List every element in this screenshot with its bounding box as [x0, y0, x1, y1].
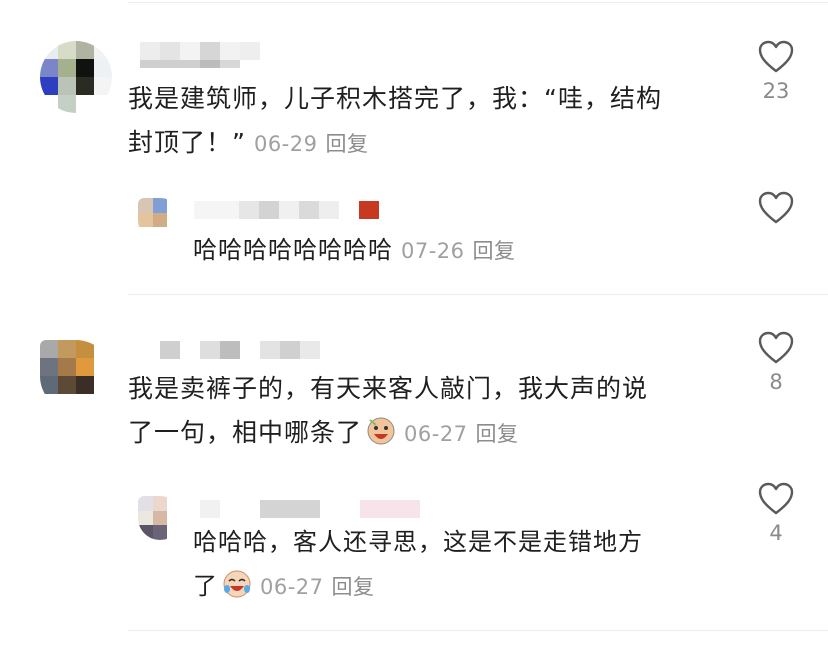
avatar[interactable] [138, 198, 182, 242]
comment-meta: 07-26 回复 [401, 239, 516, 263]
comment-text: 我是建筑师，儿子积木搭完了，我：“哇，结构 封顶了！” 06-29 回复 [128, 84, 662, 157]
divider [128, 630, 828, 631]
comment-date: 06-27 [404, 422, 468, 446]
comment-date: 06-27 [260, 575, 324, 599]
like-button[interactable]: 23 [746, 40, 806, 103]
divider [128, 2, 828, 3]
crying-emoji-icon [367, 417, 395, 445]
avatar[interactable] [40, 340, 112, 412]
reply-button[interactable]: 回复 [332, 575, 375, 599]
laughing-tears-emoji-icon [223, 570, 251, 598]
like-count: 8 [769, 370, 783, 394]
heart-icon[interactable] [758, 331, 794, 364]
username[interactable] [200, 500, 420, 518]
heart-icon[interactable] [758, 191, 794, 224]
comment-meta: 06-29 回复 [254, 132, 369, 156]
like-count: 23 [762, 79, 790, 103]
like-button[interactable] [746, 191, 806, 224]
comment-text: 哈哈哈，客人还寻思，这是不是走错地方 了 06-27 回复 [193, 528, 643, 600]
comment-meta: 06-27 回复 [404, 422, 519, 446]
comment-date: 07-26 [401, 239, 465, 263]
heart-icon[interactable] [758, 40, 794, 73]
comment-date: 06-29 [253, 132, 318, 156]
comment-text: 哈哈哈哈哈哈哈哈 07-26 回复 [193, 236, 516, 264]
comment-text: 我是卖裤子的，有天来客人敲门，我大声的说 了一句，相中哪条了 06-27 回复 [128, 374, 649, 447]
like-button[interactable]: 8 [746, 331, 806, 394]
avatar[interactable] [40, 41, 112, 113]
like-button[interactable]: 4 [746, 482, 806, 545]
divider [128, 294, 828, 295]
username-sub [140, 60, 240, 68]
reply-button[interactable]: 回复 [473, 239, 516, 263]
username[interactable] [194, 201, 379, 219]
like-count: 4 [769, 521, 783, 545]
username[interactable] [140, 42, 260, 60]
comment-meta: 06-27 回复 [260, 575, 375, 599]
avatar[interactable] [138, 496, 182, 540]
reply-button[interactable]: 回复 [325, 132, 368, 156]
reply-button[interactable]: 回复 [476, 422, 519, 446]
username[interactable] [160, 341, 320, 359]
heart-icon[interactable] [758, 482, 794, 515]
